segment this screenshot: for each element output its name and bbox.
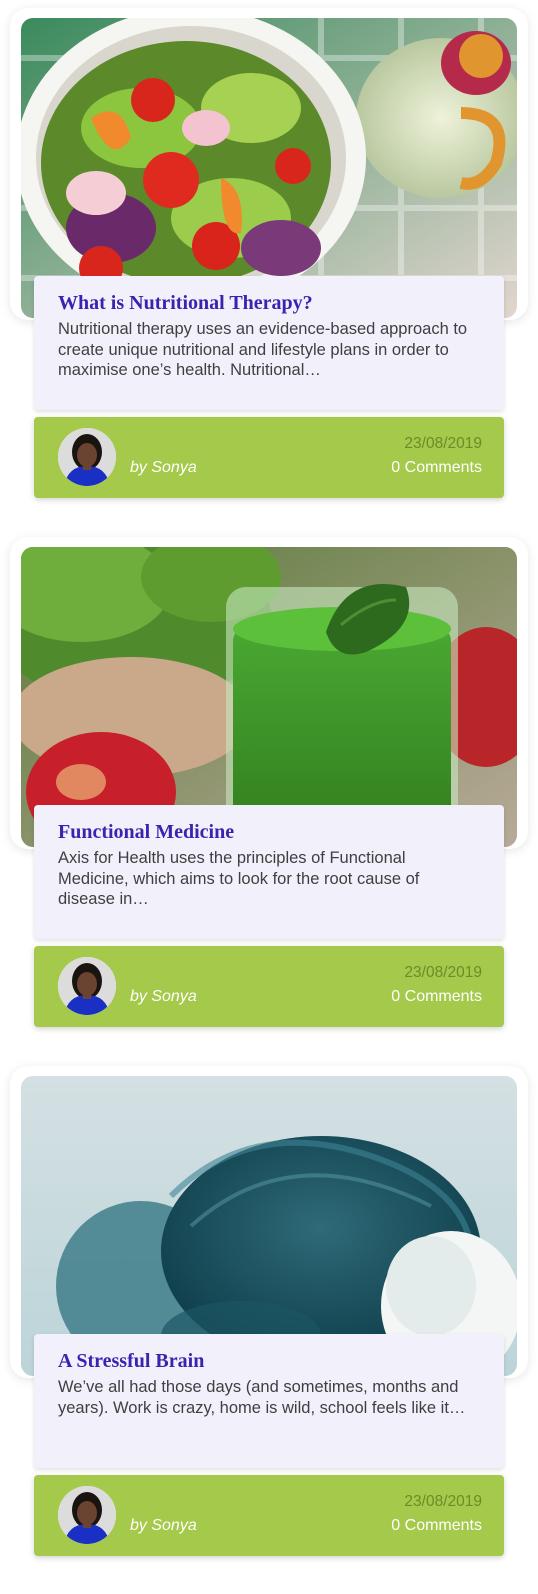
author-photo — [58, 957, 116, 1015]
post-title[interactable]: A Stressful Brain — [58, 1350, 480, 1373]
post-footer: by Sonya 23/08/2019 0 Comments — [34, 1475, 504, 1556]
author-avatar — [58, 428, 116, 486]
post-date: 23/08/2019 — [404, 1493, 482, 1510]
post-date: 23/08/2019 — [404, 964, 482, 981]
post-author[interactable]: by Sonya — [130, 1517, 197, 1535]
post-excerpt: Axis for Health uses the principles of F… — [58, 849, 420, 908]
post-footer: by Sonya 23/08/2019 0 Comments — [34, 946, 504, 1027]
post-author[interactable]: by Sonya — [130, 988, 197, 1006]
post-comments-link[interactable]: 0 Comments — [391, 988, 482, 1006]
post-image-smoothie[interactable] — [21, 547, 517, 847]
author-avatar — [58, 1486, 116, 1544]
stressed-woman-photo — [21, 1076, 517, 1376]
post-author[interactable]: by Sonya — [130, 459, 197, 477]
author-photo — [58, 1486, 116, 1544]
post-image-salad[interactable] — [21, 18, 517, 318]
post-image-stress[interactable] — [21, 1076, 517, 1376]
green-smoothie-photo — [21, 547, 517, 847]
post-date: 23/08/2019 — [404, 435, 482, 452]
post-title[interactable]: Functional Medicine — [58, 821, 480, 844]
post-text-box: What is Nutritional Therapy? Nutritional… — [34, 276, 504, 410]
salad-bowl-photo — [21, 18, 517, 318]
author-photo — [58, 428, 116, 486]
blog-post-card: A Stressful Brain We’ve all had those da… — [0, 1066, 538, 1586]
post-comments-link[interactable]: 0 Comments — [391, 1517, 482, 1535]
post-title[interactable]: What is Nutritional Therapy? — [58, 292, 480, 315]
blog-post-card: What is Nutritional Therapy? Nutritional… — [0, 8, 538, 528]
post-excerpt: We’ve all had those days (and sometimes,… — [58, 1378, 466, 1417]
post-text-box: Functional Medicine Axis for Health uses… — [34, 805, 504, 939]
post-text-box: A Stressful Brain We’ve all had those da… — [34, 1334, 504, 1468]
post-footer: by Sonya 23/08/2019 0 Comments — [34, 417, 504, 498]
post-excerpt: Nutritional therapy uses an evidence-bas… — [58, 320, 468, 379]
blog-post-card: Functional Medicine Axis for Health uses… — [0, 537, 538, 1057]
author-avatar — [58, 957, 116, 1015]
post-comments-link[interactable]: 0 Comments — [391, 459, 482, 477]
